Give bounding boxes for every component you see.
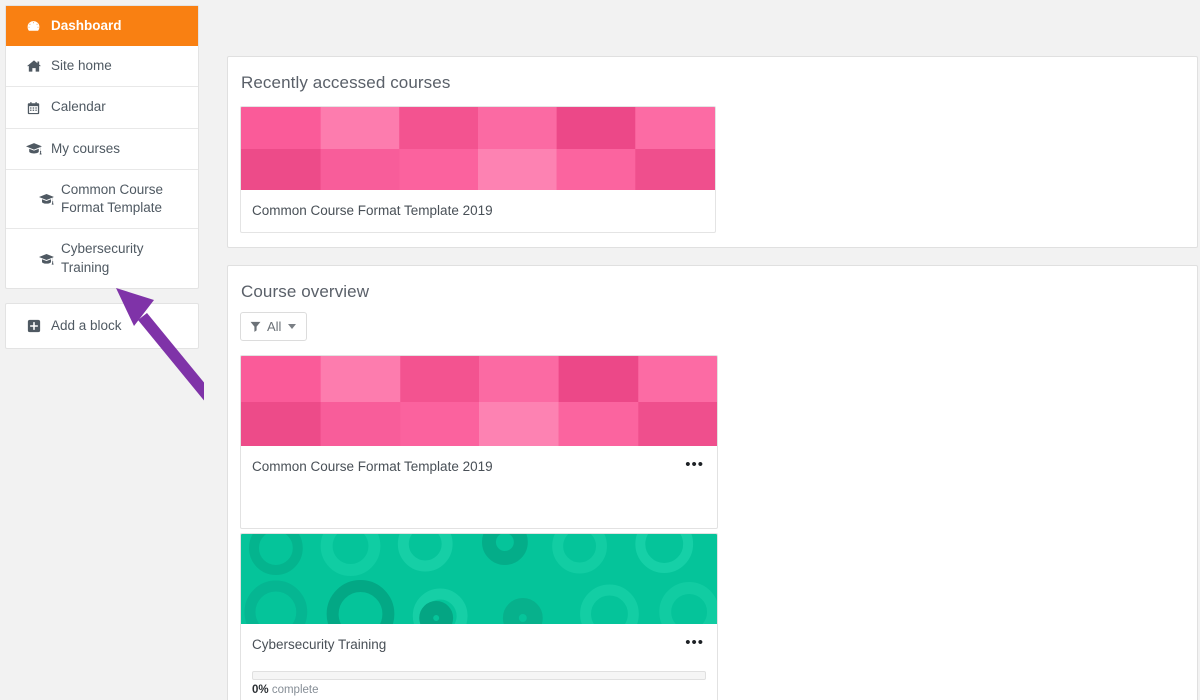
- ellipsis-icon[interactable]: •••: [677, 635, 706, 654]
- dashboard-page: Dashboard Site home Calendar My courses: [0, 0, 1200, 700]
- course-image-pink-grid-pattern: [241, 107, 715, 190]
- course-image-green-circles-pattern: [241, 534, 717, 648]
- sidebar-item-calendar[interactable]: Calendar: [6, 87, 198, 129]
- sidebar-item-label: Site home: [51, 58, 112, 74]
- add-block-panel: Add a block: [5, 302, 199, 349]
- recently-accessed-title: Recently accessed courses: [241, 73, 451, 92]
- graduation-cap-icon: [38, 193, 55, 205]
- calendar-icon: [24, 101, 43, 115]
- course-overview-title: Course overview: [241, 282, 370, 301]
- graduation-cap-icon: [24, 142, 43, 155]
- filter-icon: [250, 321, 261, 332]
- ellipsis-icon[interactable]: •••: [677, 457, 706, 476]
- sidebar-item-label: Common Course Format Template: [61, 181, 164, 216]
- graduation-cap-icon: [38, 253, 55, 265]
- add-a-block-button[interactable]: Add a block: [6, 304, 198, 348]
- recently-accessed-course-name: Common Course Format Template 2019: [252, 203, 493, 218]
- recently-accessed-courses-panel: Recently accessed courses Common Course …: [227, 56, 1198, 248]
- sidebar-item-cybersecurity-training[interactable]: Cybersecurity Training: [6, 229, 198, 287]
- course-card-body: Cybersecurity Training ••• 0% complete: [241, 624, 717, 700]
- progress-label: complete: [271, 684, 319, 696]
- sidebar-item-dashboard[interactable]: Dashboard: [6, 6, 198, 47]
- sidebar-item-label: Dashboard: [51, 18, 122, 33]
- sidebar-item-label: Calendar: [51, 99, 106, 115]
- chevron-down-icon: [288, 324, 297, 329]
- home-icon: [24, 59, 43, 73]
- dashboard-icon: [24, 19, 43, 34]
- course-card-name: Common Course Format Template 2019: [252, 459, 493, 474]
- sidebar-item-common-course-format-template[interactable]: Common Course Format Template: [6, 170, 198, 230]
- sidebar-nav-block: Dashboard Site home Calendar My courses: [5, 5, 199, 289]
- sidebar: Dashboard Site home Calendar My courses: [0, 0, 221, 700]
- course-filter-dropdown[interactable]: All: [240, 312, 308, 341]
- sidebar-item-label: Cybersecurity Training: [61, 241, 144, 275]
- course-image-pink-grid-pattern: [241, 356, 717, 446]
- course-cards-grid: Common Course Format Template 2019 ••• C…: [240, 355, 1185, 700]
- course-overview-panel: Course overview All Common Course Format…: [227, 265, 1198, 700]
- recently-accessed-course-card[interactable]: Common Course Format Template 2019: [240, 106, 716, 233]
- progress-bar-track: [252, 671, 706, 680]
- course-card-name: Cybersecurity Training: [252, 637, 387, 652]
- progress-percent: 0%: [252, 684, 269, 696]
- course-card-body: Common Course Format Template 2019 •••: [241, 446, 717, 528]
- plus-square-icon: [24, 319, 43, 333]
- course-progress: 0% complete: [252, 671, 706, 696]
- sidebar-item-my-courses[interactable]: My courses: [6, 129, 198, 170]
- progress-text: 0% complete: [252, 684, 706, 696]
- sidebar-item-label: My courses: [51, 140, 121, 156]
- add-a-block-label: Add a block: [51, 317, 122, 333]
- course-filter-label: All: [267, 319, 282, 334]
- main-content: Recently accessed courses Common Course …: [204, 0, 1200, 700]
- course-card[interactable]: Common Course Format Template 2019 •••: [240, 355, 718, 529]
- sidebar-item-site-home[interactable]: Site home: [6, 46, 198, 88]
- course-card[interactable]: Cybersecurity Training ••• 0% complete: [240, 533, 718, 700]
